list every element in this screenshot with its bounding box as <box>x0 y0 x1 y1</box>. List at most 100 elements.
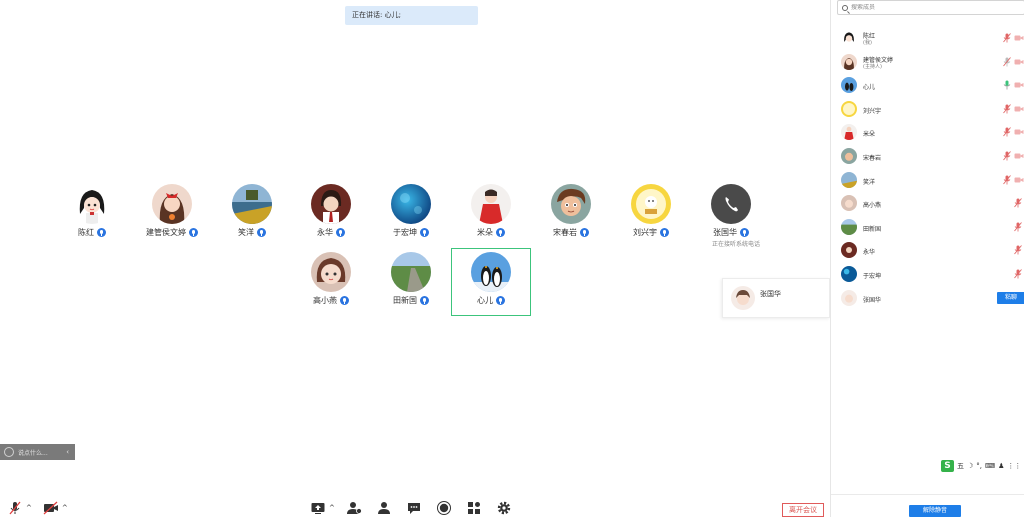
mic-muted-icon[interactable] <box>1003 175 1011 185</box>
participant-name: 田新国 <box>393 296 417 305</box>
member-name: 笑洋 <box>863 179 876 186</box>
mute-mic-button[interactable] <box>7 500 23 516</box>
avatar <box>311 252 351 292</box>
avatar <box>841 124 857 140</box>
member-row-yonghua[interactable]: 永华 <box>831 240 1024 260</box>
camera-off-icon <box>43 501 58 515</box>
participant-name: 笑洋 <box>238 228 254 237</box>
member-row-chenhong[interactable]: 陈红 (我) <box>831 28 1024 48</box>
ime-menu-icon[interactable]: ⋮⋮ <box>1007 462 1021 470</box>
participant-name: 刘兴宇 <box>633 228 657 237</box>
participant-name: 米朵 <box>477 228 493 237</box>
participant-tile-miduo[interactable]: 米朵 <box>451 184 531 252</box>
stop-video-button[interactable] <box>43 500 59 516</box>
participant-tile-songchunyan[interactable]: 宋春岩 <box>531 184 611 252</box>
avatar <box>152 184 192 224</box>
search-input[interactable] <box>851 4 1001 11</box>
person-icon <box>377 502 390 514</box>
video-options-caret-icon[interactable]: ^ <box>62 500 68 516</box>
mic-muted-icon[interactable] <box>1014 222 1022 232</box>
mic-muted-icon[interactable] <box>1003 104 1011 114</box>
ime-keyboard-icon[interactable]: ⌨ <box>985 462 995 470</box>
unmute-all-button[interactable]: 解除静音 <box>909 505 961 517</box>
member-row-miduo[interactable]: 米朵 <box>831 122 1024 142</box>
emoji-icon[interactable] <box>4 447 14 457</box>
gear-icon <box>497 501 511 515</box>
participant-tile-yuhongkun[interactable]: 于宏坤 <box>371 184 451 252</box>
mic-muted-icon[interactable] <box>1014 269 1022 279</box>
apps-button[interactable] <box>466 500 482 516</box>
record-button[interactable] <box>436 500 452 516</box>
participant-tile-yonghua[interactable]: 永华 <box>291 184 371 252</box>
participant-name: 高小燕 <box>313 296 337 305</box>
toolbar-left: ^ ^ <box>0 500 72 516</box>
meeting-app: 正在讲话: 心儿; 陈红 建管侯文婷 笑洋 永华 于宏坤 米朵 宋春岩 刘兴宇 … <box>0 0 1024 517</box>
mic-muted-icon[interactable] <box>1003 151 1011 161</box>
mic-muted-icon[interactable] <box>1003 127 1011 137</box>
search-icon <box>842 4 848 11</box>
member-row-liuxingyu[interactable]: 刘兴宇 <box>831 99 1024 119</box>
member-manage-icon <box>346 502 362 514</box>
avatar <box>631 184 671 224</box>
mic-active-icon[interactable] <box>1003 80 1011 90</box>
participant-tile-xiaoyang[interactable]: 笑洋 <box>212 184 292 252</box>
speaker-thumbnail-card[interactable]: 张国华 <box>722 278 830 318</box>
thumbnail-name: 张国华 <box>760 290 781 298</box>
mic-icon <box>340 296 349 305</box>
ime-logo-icon[interactable]: S <box>941 459 954 472</box>
mic-icon <box>660 228 669 237</box>
participant-name: 陈红 <box>78 228 94 237</box>
avatar <box>841 54 857 70</box>
member-name: 永华 <box>863 249 876 256</box>
invite-button[interactable]: 粘聊 <box>997 292 1024 304</box>
share-screen-button[interactable] <box>310 500 326 516</box>
member-row-zhangguohua[interactable]: 张国华 粘聊 <box>831 288 1024 308</box>
apps-grid-icon <box>467 502 480 514</box>
avatar <box>841 30 857 46</box>
chat-button[interactable] <box>406 500 422 516</box>
member-row-tianxinguo[interactable]: 田新国 <box>831 217 1024 237</box>
ime-punct-icon[interactable]: °, <box>976 462 982 470</box>
avatar <box>841 101 857 117</box>
share-options-caret-icon[interactable]: ^ <box>329 500 335 516</box>
participant-tile-liuxingyu[interactable]: 刘兴宇 <box>611 184 691 252</box>
participants-button[interactable] <box>376 500 392 516</box>
participant-status: 正在接听系统电话 <box>711 241 760 248</box>
chat-quick-input[interactable]: 说点什么... ‹ <box>0 444 75 460</box>
member-row-xiner[interactable]: 心儿 <box>831 75 1024 95</box>
camera-off-icon <box>1014 34 1024 42</box>
leave-meeting-button[interactable]: 离开会议 <box>782 503 824 517</box>
mic-muted-icon[interactable] <box>1003 33 1011 43</box>
ime-mode[interactable]: 五 <box>957 461 964 471</box>
participant-tile-tianxinguo[interactable]: 田新国 <box>371 252 451 320</box>
member-row-xiaoyang[interactable]: 笑洋 <box>831 170 1024 190</box>
member-search[interactable] <box>837 0 1024 15</box>
participant-tile-zhangguohua[interactable]: 张国华 正在接听系统电话 <box>691 184 771 252</box>
settings-button[interactable] <box>496 500 512 516</box>
collapse-chevron-icon[interactable]: ‹ <box>66 448 69 456</box>
mic-options-caret-icon[interactable]: ^ <box>26 500 32 516</box>
member-panel: 陈红 (我) 建管侯文婷 (主持人) 心儿 刘兴宇 <box>830 0 1024 517</box>
mic-muted-icon[interactable] <box>1014 245 1022 255</box>
member-name: 心儿 <box>863 84 876 91</box>
ime-skin-icon[interactable]: ♟ <box>998 462 1004 470</box>
camera-off-icon <box>1014 105 1024 113</box>
participant-tile-xiner-active[interactable]: 心儿 <box>451 248 531 316</box>
member-row-songchunyan[interactable]: 宋春岩 <box>831 146 1024 166</box>
participant-tile-gaoxiaoyan[interactable]: 高小燕 <box>291 252 371 320</box>
avatar <box>841 195 857 211</box>
mic-icon <box>580 228 589 237</box>
mic-muted-icon[interactable] <box>1003 57 1011 67</box>
avatar <box>471 252 511 292</box>
manage-members-button[interactable] <box>346 500 362 516</box>
ime-moon-icon[interactable]: ☽ <box>967 462 973 470</box>
chat-placeholder: 说点什么... <box>18 449 48 457</box>
mic-icon <box>420 296 429 305</box>
member-row-gaoxiaoyan[interactable]: 高小燕 <box>831 193 1024 213</box>
mic-muted-icon[interactable] <box>1014 198 1022 208</box>
participant-tile-houwenting[interactable]: 建管侯文婷 <box>132 184 212 252</box>
participant-tile-chenhong[interactable]: 陈红 <box>52 184 132 252</box>
avatar <box>841 148 857 164</box>
member-row-yuhongkun[interactable]: 于宏坤 <box>831 264 1024 284</box>
member-row-houwenting[interactable]: 建管侯文婷 (主持人) <box>831 52 1024 72</box>
